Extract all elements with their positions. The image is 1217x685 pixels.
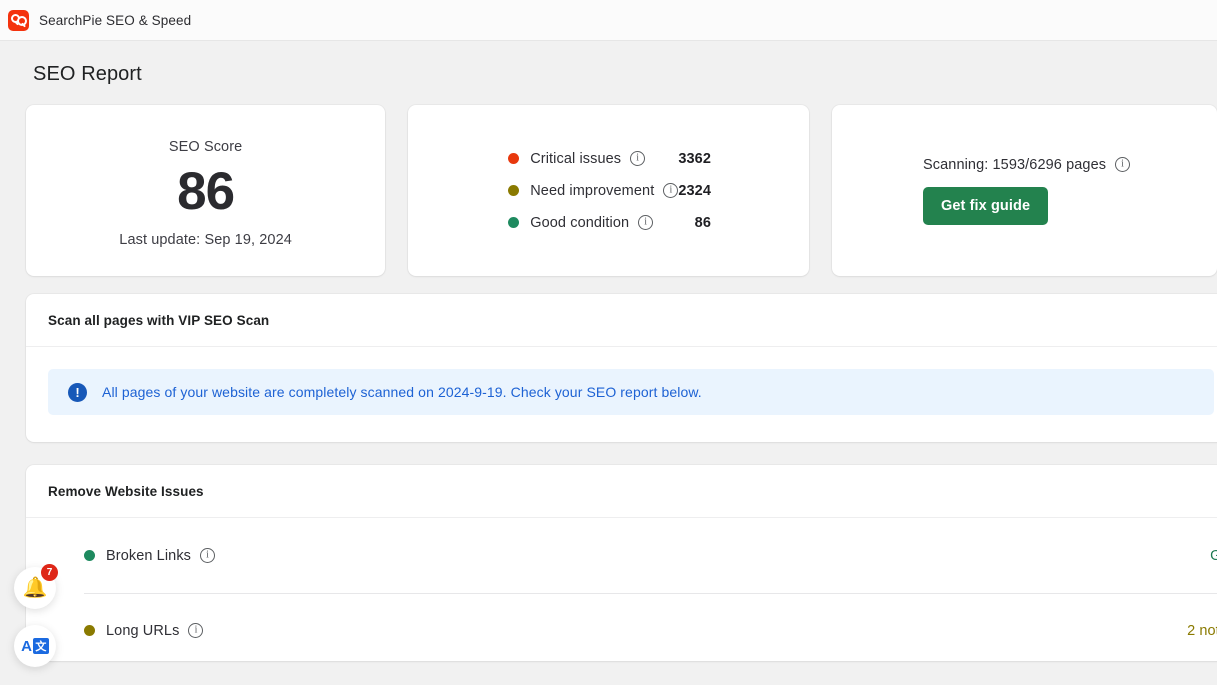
seo-score-value: 86 bbox=[177, 162, 235, 222]
notification-count-badge: 7 bbox=[41, 564, 58, 581]
app-title: SearchPie SEO & Speed bbox=[39, 12, 192, 28]
seo-score-card: SEO Score 86 Last update: Sep 19, 2024 bbox=[26, 105, 386, 276]
banner-text: All pages of your website are completely… bbox=[102, 384, 702, 400]
summary-cards-row: SEO Score 86 Last update: Sep 19, 2024 C… bbox=[0, 86, 1217, 276]
remove-website-issues-panel: Remove Website Issues Broken Links i Goo… bbox=[26, 465, 1217, 661]
issues-panel-heading: Remove Website Issues bbox=[26, 465, 1217, 518]
notifications-bell-button[interactable]: 🔔 7 bbox=[14, 564, 58, 609]
translate-widget-button[interactable]: A 文 bbox=[14, 625, 56, 667]
scanning-status-text: Scanning: 1593/6296 pages bbox=[923, 156, 1107, 173]
breakdown-count: 2324 bbox=[678, 182, 711, 199]
breakdown-row-good-condition: Good condition i 86 bbox=[508, 207, 809, 239]
breakdown-row-critical: Critical issues i 3362 bbox=[508, 143, 809, 175]
page-title: SEO Report bbox=[33, 63, 142, 85]
seo-score-last-update: Last update: Sep 19, 2024 bbox=[119, 231, 292, 248]
searchpie-logo-icon bbox=[8, 9, 29, 31]
vip-seo-scan-panel: Scan all pages with VIP SEO Scan ! All p… bbox=[26, 294, 1217, 442]
info-icon[interactable]: i bbox=[663, 183, 679, 198]
info-icon[interactable]: i bbox=[1115, 157, 1131, 172]
breakdown-label: Need improvement bbox=[530, 182, 655, 199]
issue-status-text: 2 notices bbox=[1187, 622, 1217, 639]
breakdown-label: Good condition bbox=[530, 214, 630, 231]
issue-status-dot bbox=[84, 550, 95, 561]
vip-panel-heading: Scan all pages with VIP SEO Scan bbox=[26, 294, 1217, 347]
scanning-card: Scanning: 1593/6296 pages i Get fix guid… bbox=[832, 105, 1217, 276]
need-improvement-status-dot bbox=[508, 185, 520, 196]
translate-icon: 文 bbox=[32, 638, 49, 654]
scan-complete-banner: ! All pages of your website are complete… bbox=[48, 369, 1214, 415]
breakdown-row-need-improvement: Need improvement i 2324 bbox=[508, 175, 809, 207]
info-icon[interactable]: i bbox=[630, 151, 646, 166]
bell-icon: 🔔 bbox=[22, 577, 48, 599]
app-topbar: SearchPie SEO & Speed bbox=[0, 0, 1217, 41]
info-icon[interactable]: i bbox=[188, 623, 204, 638]
issues-breakdown-card: Critical issues i 3362 Need improvement … bbox=[408, 105, 809, 276]
get-fix-guide-button[interactable]: Get fix guide bbox=[923, 186, 1049, 225]
info-icon[interactable]: i bbox=[638, 215, 654, 230]
issue-status-text: Good bbox=[1210, 547, 1217, 564]
breakdown-count: 3362 bbox=[678, 150, 711, 167]
breakdown-count: 86 bbox=[694, 214, 711, 231]
good-condition-status-dot bbox=[508, 217, 520, 228]
translate-letter-icon: A bbox=[21, 637, 32, 655]
issue-label: Broken Links bbox=[106, 547, 192, 564]
critical-status-dot bbox=[508, 153, 520, 164]
breakdown-label: Critical issues bbox=[530, 150, 622, 167]
issue-status-dot bbox=[84, 625, 95, 636]
exclamation-circle-icon: ! bbox=[68, 382, 87, 402]
scanning-status: Scanning: 1593/6296 pages i bbox=[923, 156, 1131, 173]
info-icon[interactable]: i bbox=[200, 548, 216, 563]
seo-score-label: SEO Score bbox=[168, 139, 243, 156]
issue-label: Long URLs bbox=[106, 622, 180, 639]
issue-row-long-urls[interactable]: Long URLs i 2 notices bbox=[26, 593, 1217, 668]
issue-row-broken-links[interactable]: Broken Links i Good bbox=[26, 518, 1217, 593]
